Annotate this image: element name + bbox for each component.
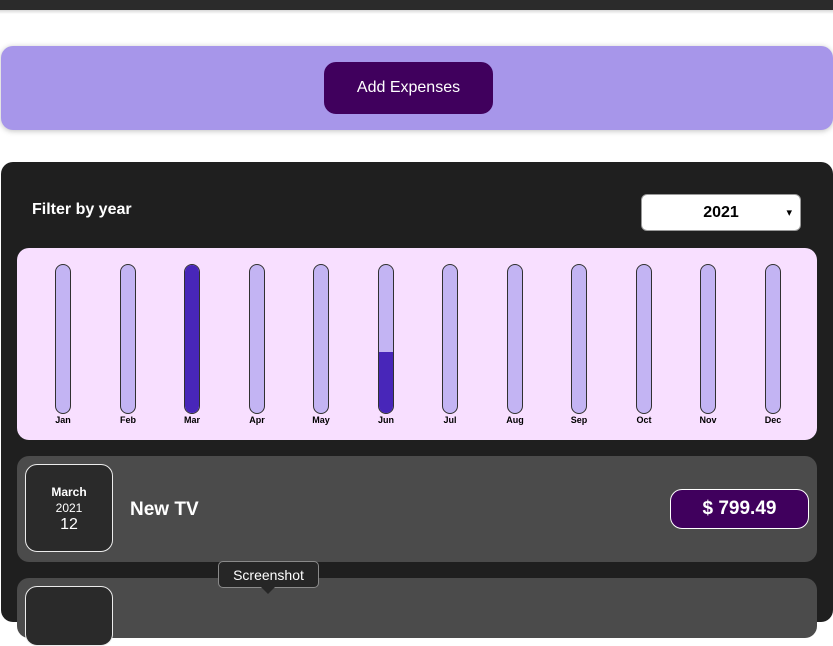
filter-by-year-label: Filter by year [32,201,132,218]
chart-bar-dec: Dec [753,264,793,426]
browser-top-bar [0,0,833,10]
chart-bar-nov: Nov [688,264,728,426]
year-select-value: 2021 [703,203,739,221]
chart-bar-label: May [312,415,330,425]
chart-bar-label: Aug [506,415,524,425]
chart-bar-label: Apr [249,415,265,425]
expense-item: March 2021 12 New TV $ 799.49 [17,456,817,562]
chart-bar-label: Oct [636,415,652,425]
expense-date-partial [25,586,113,646]
chart-bar-track [442,264,458,414]
chart-bar-jan: Jan [43,264,83,426]
chart-bar-oct: Oct [624,264,664,426]
chart-bar-label: Jan [55,415,71,425]
chart-bar-label: Jun [377,415,394,425]
chart-bar-jul: Jul [430,264,470,426]
expense-date-month: March [51,485,87,499]
year-select[interactable]: 2021 ▾ [641,194,801,231]
chevron-down-icon: ▾ [786,207,792,219]
chart-bar-track [636,264,652,414]
chart-bar-track [184,264,200,414]
chart-bar-sep: Sep [559,264,599,426]
chart-bar-jun: Jun [366,264,406,426]
chart-bar-track [378,264,394,414]
chart-bar-label: Dec [764,415,782,425]
chart-bar-track [313,264,329,414]
expense-date-day: 12 [60,516,78,533]
expenses-panel: Filter by year 2021 ▾ Jan Feb Mar Apr May Jun… [1,162,833,646]
chart-bar-fill [185,265,199,413]
chart-bar-track [249,264,265,414]
expense-price: $ 799.49 [670,489,809,529]
expense-item-partial [17,578,817,646]
new-expense-panel: Add Expenses [1,46,833,130]
expense-date: March 2021 12 [25,464,113,552]
chart-bar-apr: Apr [237,264,277,426]
chart-bar-label: Jul [443,415,457,425]
chart-bar-mar: Mar [172,264,212,426]
chart-bar-track [765,264,781,414]
chart-bar-label: Nov [699,415,717,425]
chart-bar-fill [379,352,393,413]
top-bar-shadow [0,10,833,14]
chart-bar-feb: Feb [108,264,148,426]
chart-bar-track [700,264,716,414]
screenshot-tooltip: Screenshot [218,561,319,588]
chart-bar-track [120,264,136,414]
chart-bar-may: May [301,264,341,426]
chart-bar-track [507,264,523,414]
chart-bar-label: Feb [119,415,136,425]
expense-date-year: 2021 [55,501,83,515]
chart-bar-label: Mar [183,415,200,425]
add-expenses-button[interactable]: Add Expenses [324,62,493,114]
chart-bar-track [571,264,587,414]
expenses-chart: Jan Feb Mar Apr May Jun Jul Aug Sep Oct Nov Dec [17,248,817,440]
chart-bar-label: Sep [570,415,588,425]
expense-title: New TV [130,499,199,520]
chart-bar-aug: Aug [495,264,535,426]
tooltip-arrow [261,587,275,594]
chart-bar-track [55,264,71,414]
